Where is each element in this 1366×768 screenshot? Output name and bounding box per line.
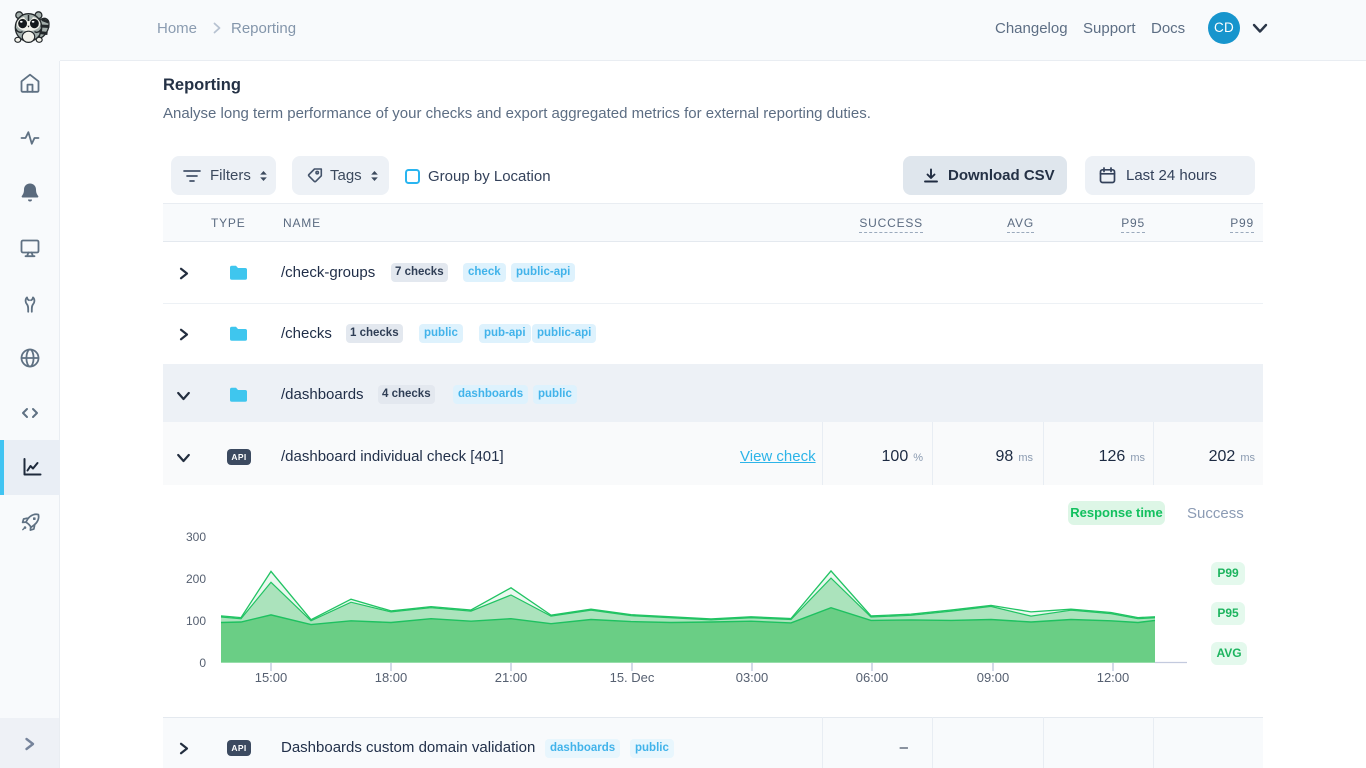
svg-text:0: 0 [199, 656, 206, 670]
svg-text:300: 300 [186, 530, 206, 544]
svg-text:100: 100 [186, 614, 206, 628]
svg-text:06:00: 06:00 [856, 670, 889, 685]
svg-text:15. Dec: 15. Dec [610, 670, 655, 685]
svg-text:18:00: 18:00 [375, 670, 408, 685]
svg-text:03:00: 03:00 [736, 670, 769, 685]
svg-text:12:00: 12:00 [1097, 670, 1130, 685]
svg-text:09:00: 09:00 [977, 670, 1010, 685]
svg-text:200: 200 [186, 572, 206, 586]
svg-text:15:00: 15:00 [255, 670, 288, 685]
svg-text:21:00: 21:00 [495, 670, 528, 685]
